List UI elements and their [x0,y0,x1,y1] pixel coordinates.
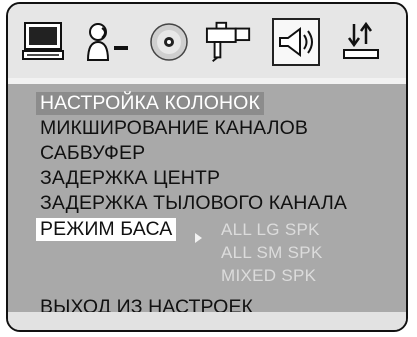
menu-footer [8,312,406,330]
speaker-person-icon [86,23,128,61]
camera-icon [205,21,251,62]
bass-option-all-sm-spk[interactable]: ALL SM SPK [221,243,323,263]
menu-item-center-delay[interactable]: ЗАДЕРЖКА ЦЕНТР [40,167,220,190]
monitor-icon [22,22,64,60]
menu-item-downmix[interactable]: МИКШИРОВАНИЕ КАНАЛОВ [40,117,308,140]
speaker-audio-icon [279,27,313,57]
tab-speaker-person[interactable] [83,18,131,66]
bass-option-mixed-spk[interactable]: MIXED SPK [221,266,316,286]
tab-audio[interactable] [272,18,320,66]
tab-bar [8,4,406,78]
tab-sort[interactable] [338,18,386,66]
menu-item-bass-mode[interactable]: РЕЖИМ БАСА [36,218,177,241]
disc-icon [150,23,188,61]
tab-camera[interactable] [205,18,253,66]
tab-disc[interactable] [145,18,193,66]
bass-option-all-lg-spk[interactable]: ALL LG SPK [221,220,320,240]
menu-item-speaker-setup[interactable]: НАСТРОЙКА КОЛОНОК [36,92,264,115]
audio-setup-menu: НАСТРОЙКА КОЛОНОК МИКШИРОВАНИЕ КАНАЛОВ С… [8,84,406,330]
submenu-arrow-icon [195,233,202,243]
tab-monitor[interactable] [20,18,68,66]
menu-item-rear-delay[interactable]: ЗАДЕРЖКА ТЫЛОВОГО КАНАЛА [40,192,347,215]
menu-item-subwoofer[interactable]: САБВУФЕР [40,142,145,165]
sort-arrows-icon [343,21,379,59]
setup-menu-panel: НАСТРОЙКА КОЛОНОК МИКШИРОВАНИЕ КАНАЛОВ С… [6,2,408,332]
